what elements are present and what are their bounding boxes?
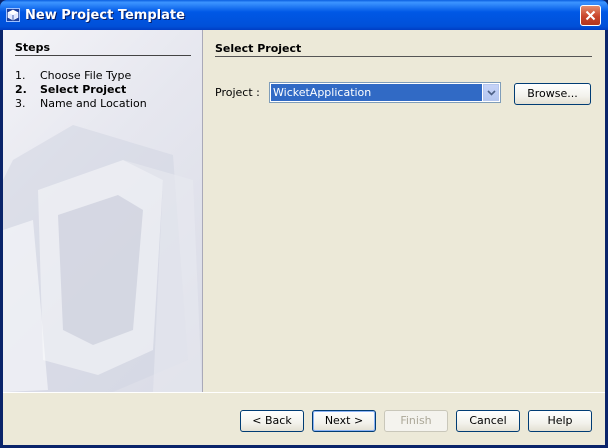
back-button[interactable]: < Back	[240, 410, 304, 432]
dropdown-button[interactable]	[483, 84, 499, 101]
project-label: Project :	[215, 86, 260, 99]
title-divider	[215, 56, 592, 57]
netbeans-cube-icon	[6, 8, 20, 22]
button-bar: < Back Next > Finish Cancel Help	[3, 393, 605, 445]
step-number: 1.	[15, 69, 26, 82]
help-button[interactable]: Help	[528, 410, 592, 432]
step-label: Select Project	[40, 83, 127, 96]
finish-button[interactable]: Finish	[384, 410, 448, 432]
dialog-content: Steps 1. Choose File Type 2. Select Proj…	[3, 30, 605, 445]
title-bar[interactable]: New Project Template	[0, 0, 608, 30]
chevron-down-icon	[487, 90, 496, 96]
browse-button[interactable]: Browse...	[514, 83, 591, 105]
close-icon	[585, 10, 596, 21]
main-panel: Select Project Project : WicketApplicati…	[203, 30, 605, 392]
steps-panel: Steps 1. Choose File Type 2. Select Proj…	[3, 30, 203, 392]
step-label: Name and Location	[40, 97, 147, 110]
step-number: 3.	[15, 97, 26, 110]
step-label: Choose File Type	[40, 69, 132, 82]
close-button[interactable]	[580, 5, 601, 26]
next-button[interactable]: Next >	[312, 410, 376, 432]
project-combobox[interactable]: WicketApplication	[269, 82, 501, 103]
window-title: New Project Template	[25, 8, 185, 23]
step-number: 2.	[15, 83, 27, 96]
cancel-button[interactable]: Cancel	[456, 410, 520, 432]
project-selected-value[interactable]: WicketApplication	[271, 84, 482, 101]
steps-divider	[15, 55, 191, 56]
page-title: Select Project	[215, 42, 302, 55]
dialog-window: New Project Template Steps 1. Choose Fil…	[0, 0, 608, 448]
steps-heading: Steps	[15, 41, 51, 54]
